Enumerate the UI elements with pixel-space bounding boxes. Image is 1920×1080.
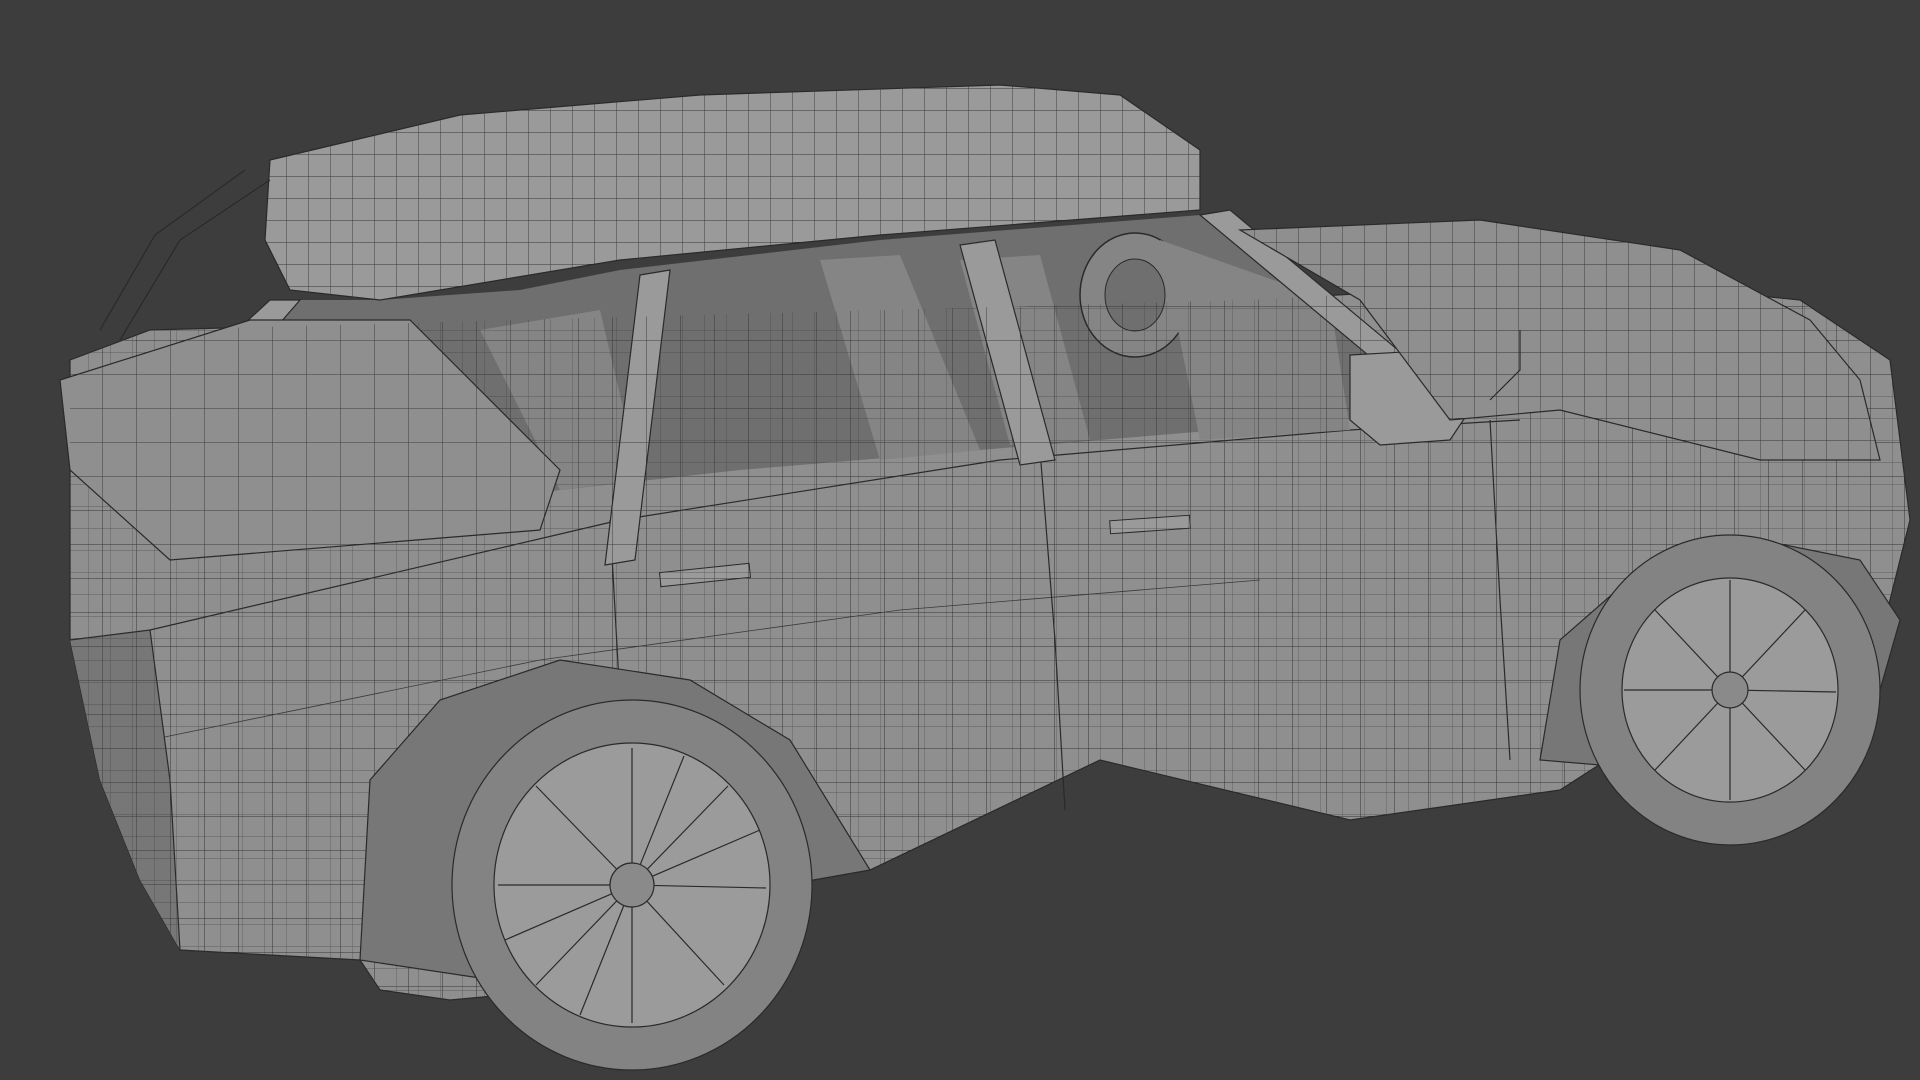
rear-hub xyxy=(609,862,655,908)
3d-viewport[interactable] xyxy=(0,0,1920,1080)
front-hub xyxy=(1711,671,1749,709)
viewport-canvas[interactable] xyxy=(0,0,1920,1080)
